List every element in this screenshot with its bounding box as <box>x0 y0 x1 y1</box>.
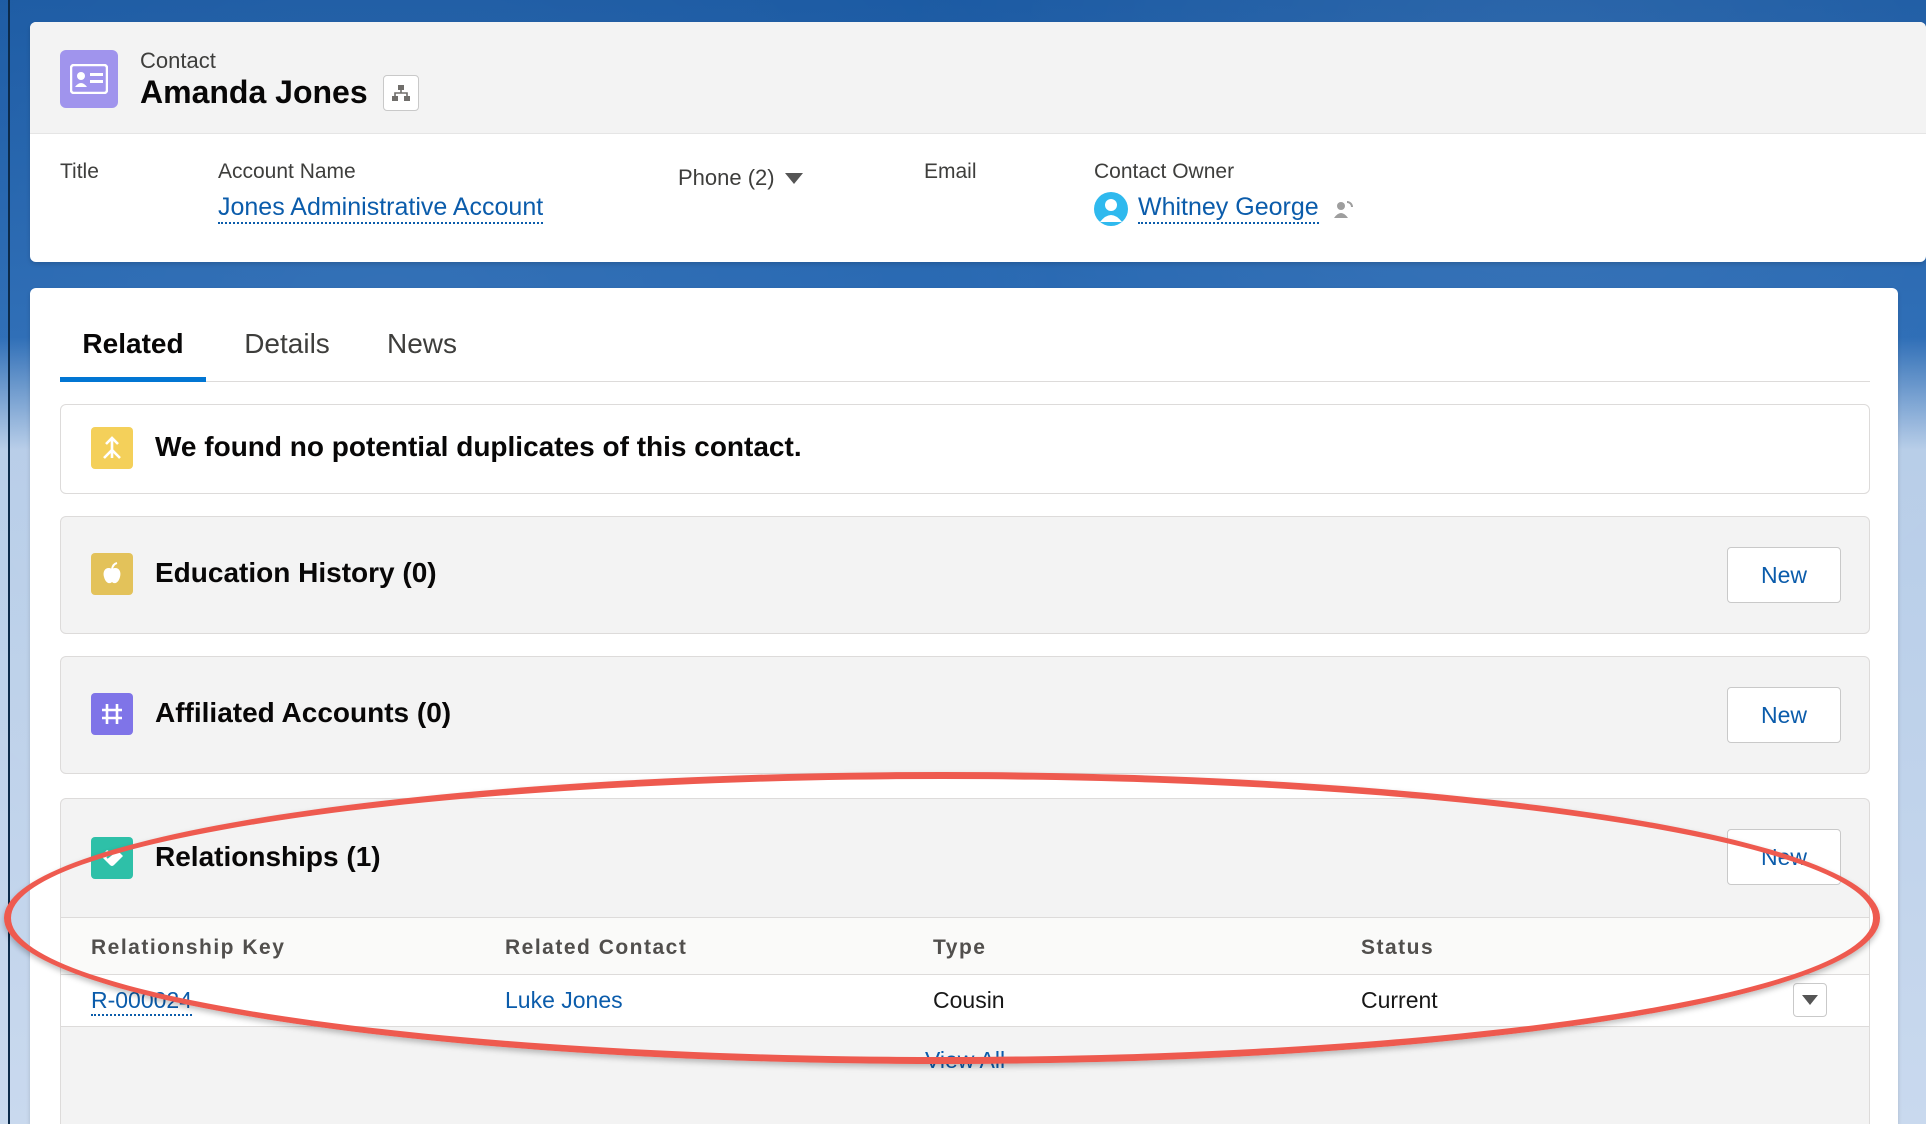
table-row: R-000024 Luke Jones Cousin Current <box>61 975 1869 1027</box>
relationship-key-link[interactable]: R-000024 <box>91 987 193 1016</box>
related-card: Related Details News We found no potenti… <box>30 288 1898 1124</box>
contact-owner-link[interactable]: Whitney George <box>1138 192 1319 224</box>
title-field-label: Title <box>60 160 99 183</box>
email-field-label: Email <box>924 160 977 183</box>
relationship-status: Current <box>1361 987 1438 1013</box>
education-history-title[interactable]: Education History (0) <box>155 557 437 589</box>
education-history-panel: Education History (0) New <box>60 516 1870 634</box>
merge-icon <box>91 427 133 469</box>
relationship-type: Cousin <box>933 987 1005 1013</box>
column-header-relationship-key[interactable]: Relationship Key <box>91 936 285 960</box>
relationships-panel: Relationships (1) New Relationship Key R… <box>60 798 1870 1124</box>
change-owner-icon[interactable] <box>1332 198 1354 220</box>
affiliation-icon <box>91 693 133 735</box>
contact-icon <box>60 50 118 108</box>
view-all-link[interactable]: View All <box>61 1047 1869 1074</box>
apple-icon <box>91 553 133 595</box>
tab-bar: Related Details News <box>60 324 1870 382</box>
owner-avatar <box>1094 192 1128 226</box>
contact-owner-label: Contact Owner <box>1094 160 1235 183</box>
record-name: Amanda Jones <box>140 74 368 110</box>
account-name-link[interactable]: Jones Administrative Account <box>218 192 544 224</box>
duplicate-message: We found no potential duplicates of this… <box>155 431 802 462</box>
relationships-new-button[interactable]: New <box>1727 829 1841 885</box>
table-header-row: Relationship Key Related Contact Type St… <box>61 917 1869 975</box>
relationships-title[interactable]: Relationships (1) <box>155 841 381 873</box>
account-name-label: Account Name <box>218 160 356 183</box>
column-header-related-contact[interactable]: Related Contact <box>505 936 687 960</box>
chevron-down-icon <box>1802 995 1818 1005</box>
education-new-button[interactable]: New <box>1727 547 1841 603</box>
handshake-icon <box>91 837 133 879</box>
column-header-status[interactable]: Status <box>1361 936 1434 960</box>
phone-label: Phone (2) <box>678 165 775 190</box>
row-actions-button[interactable] <box>1793 983 1827 1017</box>
tab-related[interactable]: Related <box>60 324 206 382</box>
view-hierarchy-button[interactable] <box>383 75 419 111</box>
related-contact-link[interactable]: Luke Jones <box>505 987 623 1014</box>
affiliated-accounts-panel: Affiliated Accounts (0) New <box>60 656 1870 774</box>
chevron-down-icon <box>784 172 803 184</box>
affiliated-accounts-title[interactable]: Affiliated Accounts (0) <box>155 697 451 729</box>
phone-dropdown[interactable]: Phone (2) <box>678 165 803 191</box>
record-header: Contact Amanda Jones Title Account Name … <box>30 22 1926 262</box>
relationships-table: Relationship Key Related Contact Type St… <box>61 917 1869 1073</box>
column-header-type[interactable]: Type <box>933 936 986 960</box>
entity-type-label: Contact <box>140 48 216 73</box>
tab-details[interactable]: Details <box>232 324 342 382</box>
hierarchy-icon <box>392 85 410 101</box>
duplicate-check-panel: We found no potential duplicates of this… <box>60 404 1870 494</box>
tab-news[interactable]: News <box>372 324 472 382</box>
header-title-bar: Contact Amanda Jones <box>30 22 1926 134</box>
affiliated-new-button[interactable]: New <box>1727 687 1841 743</box>
